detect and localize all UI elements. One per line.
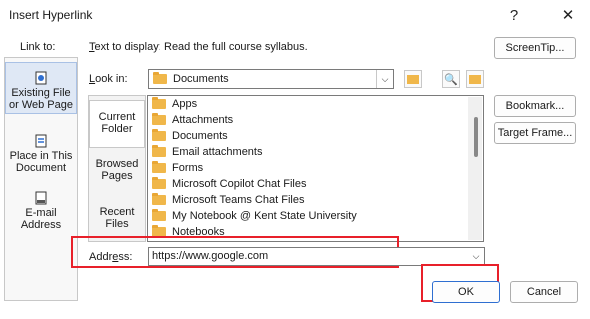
search-icon: 🔍 <box>444 73 458 86</box>
folder-icon <box>152 145 166 157</box>
help-button[interactable]: ? <box>500 2 528 28</box>
text-to-display-label-rest: ext to display: <box>94 41 162 53</box>
document-place-icon <box>35 134 47 148</box>
list-item-label: Email attachments <box>172 146 263 158</box>
list-item-label: Documents <box>172 130 228 142</box>
open-folder-icon <box>469 74 481 84</box>
bookmark-button[interactable]: Bookmark... <box>494 95 576 117</box>
list-item-label: Forms <box>172 162 204 174</box>
list-item-label: Apps <box>172 98 198 110</box>
up-folder-icon <box>407 74 419 84</box>
scrollbar[interactable] <box>468 97 482 240</box>
folder-icon <box>152 209 166 221</box>
link-to-existing-file-label: Existing File or Web Page <box>8 87 73 111</box>
link-to-place-in-document[interactable]: Place in This Document <box>5 134 77 174</box>
look-in-label: Look in: <box>89 73 128 85</box>
ok-button[interactable]: OK <box>432 281 500 303</box>
folder-icon <box>152 97 166 109</box>
look-in-label-rest: ook in: <box>95 73 128 85</box>
screentip-button[interactable]: ScreenTip... <box>494 37 576 59</box>
list-item[interactable]: Forms <box>152 160 203 176</box>
text-to-display-label: Text to display: <box>89 41 162 53</box>
file-list[interactable]: Apps Attachments Documents Email attachm… <box>147 95 484 242</box>
list-item[interactable]: Apps <box>152 96 197 112</box>
link-to-place-in-document-label: Place in This Document <box>9 150 73 174</box>
folder-icon <box>152 129 166 141</box>
list-item[interactable]: Microsoft Teams Chat Files <box>152 192 304 208</box>
cancel-button[interactable]: Cancel <box>510 281 578 303</box>
folder-icon <box>153 72 167 84</box>
browse-tabs-panel: Current Folder Browsed Pages Recent File… <box>88 95 146 242</box>
list-item-label: Microsoft Copilot Chat Files <box>172 178 307 190</box>
link-to-label: Link to: <box>20 41 56 53</box>
chevron-down-icon[interactable]: ⌵ <box>376 70 393 88</box>
folder-icon <box>152 113 166 125</box>
link-to-panel: Existing File or Web Page Place in This … <box>4 57 78 301</box>
list-item-label: My Notebook @ Kent State University <box>172 210 357 222</box>
close-button[interactable]: ✕ <box>554 2 582 28</box>
folder-icon <box>152 177 166 189</box>
scrollbar-thumb[interactable] <box>474 117 478 157</box>
address-chevron-down-icon[interactable]: ⌵ <box>469 249 483 264</box>
list-item[interactable]: My Notebook @ Kent State University <box>152 208 357 224</box>
list-item[interactable]: Documents <box>152 128 228 144</box>
address-label: Address: <box>89 251 133 263</box>
folder-icon <box>152 193 166 205</box>
browse-web-button[interactable]: 🔍 <box>442 70 460 88</box>
link-to-email-label: E-mail Address <box>20 207 62 231</box>
look-in-value: Documents <box>173 73 229 85</box>
up-folder-button[interactable] <box>404 70 422 88</box>
dialog-title: Insert Hyperlink <box>9 8 93 22</box>
look-in-select[interactable]: Documents ⌵ <box>148 69 394 89</box>
folder-icon <box>152 161 166 173</box>
list-item[interactable]: Email attachments <box>152 144 262 160</box>
link-to-email[interactable]: E-mail Address <box>5 191 77 231</box>
list-item-label: Microsoft Teams Chat Files <box>172 194 305 206</box>
tab-recent-files[interactable]: Recent Files <box>89 206 145 236</box>
email-icon <box>35 191 47 205</box>
link-to-existing-file[interactable]: Existing File or Web Page <box>5 62 77 114</box>
list-item[interactable]: Microsoft Copilot Chat Files <box>152 176 307 192</box>
tab-browsed-pages[interactable]: Browsed Pages <box>89 158 145 188</box>
list-item-label: Attachments <box>172 114 234 126</box>
web-page-icon <box>35 71 47 85</box>
list-item[interactable]: Attachments <box>152 112 233 128</box>
text-to-display-input[interactable]: Read the full course syllabus. <box>160 38 486 56</box>
address-label-rest: ss: <box>118 251 133 263</box>
tab-current-folder[interactable]: Current Folder <box>89 100 145 148</box>
browse-file-button[interactable] <box>466 70 484 88</box>
target-frame-button[interactable]: Target Frame... <box>494 122 576 144</box>
